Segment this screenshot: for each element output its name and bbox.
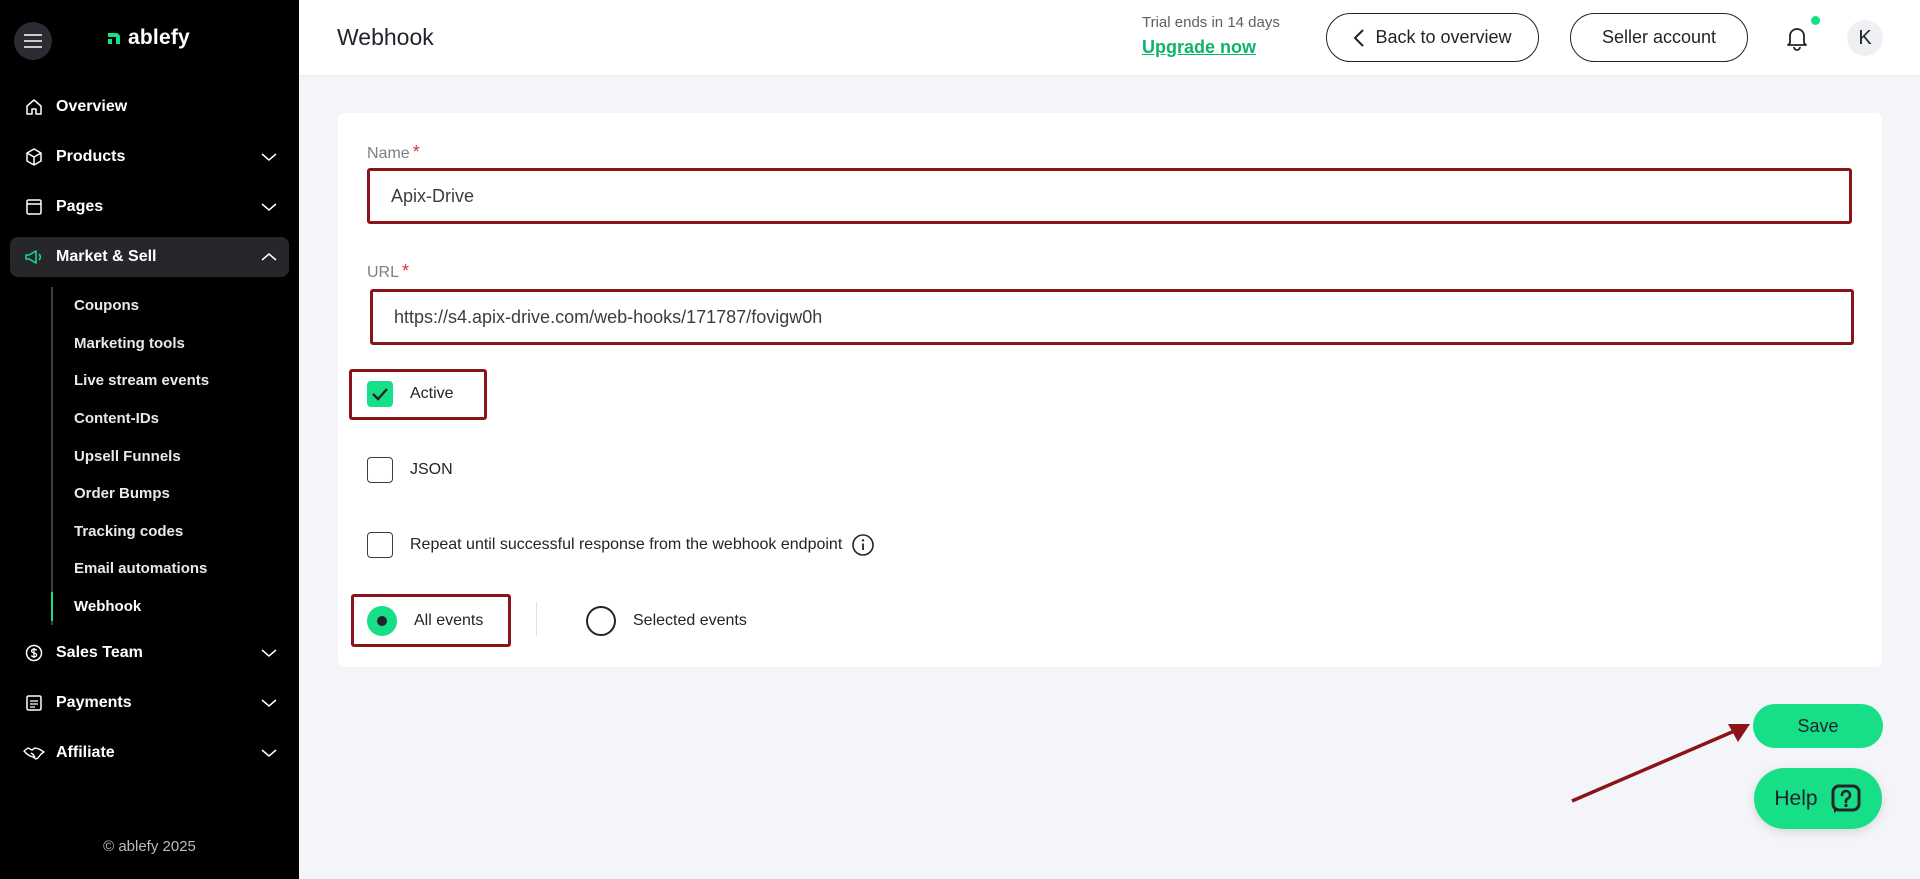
sidebar-item-label: Market & Sell: [56, 248, 157, 265]
all-events-label: All events: [414, 612, 484, 629]
selected-events-radio[interactable]: [586, 606, 616, 636]
name-label: Name *: [367, 142, 420, 163]
trial-notice: Trial ends in 14 days Upgrade now: [1142, 14, 1280, 58]
submenu-item-live-stream-events[interactable]: Live stream events: [53, 362, 289, 400]
menu-toggle-button[interactable]: [14, 22, 52, 60]
all-events-radio[interactable]: [367, 606, 397, 636]
submenu-item-order-bumps[interactable]: Order Bumps: [53, 475, 289, 513]
chevron-up-icon: [261, 253, 277, 261]
sidebar-item-overview[interactable]: Overview: [10, 87, 289, 127]
submenu-item-tracking-codes[interactable]: Tracking codes: [53, 513, 289, 551]
help-label: Help: [1774, 786, 1818, 810]
page-title: Webhook: [337, 24, 434, 50]
required-mark: *: [412, 142, 420, 162]
sidebar-item-label: Products: [56, 148, 126, 165]
annotation-arrow-icon: [1571, 724, 1750, 803]
dollar-circle-icon: [23, 642, 45, 664]
sidebar-nav: Overview Products Pages Market & Sell Co…: [10, 87, 289, 783]
json-label: JSON: [410, 461, 453, 478]
copyright: © ablefy 2025: [103, 838, 196, 855]
name-label-text: Name: [367, 145, 410, 162]
json-checkbox-row[interactable]: JSON: [367, 457, 453, 483]
top-header: Webhook Trial ends in 14 days Upgrade no…: [299, 0, 1920, 75]
url-input[interactable]: https://s4.apix-drive.com/web-hooks/1717…: [370, 289, 1854, 345]
help-chat-icon: [1831, 784, 1861, 813]
handshake-icon: [23, 742, 45, 764]
chevron-left-icon: [1354, 28, 1365, 47]
seller-account-button[interactable]: Seller account: [1570, 13, 1748, 62]
help-button[interactable]: Help: [1754, 768, 1882, 829]
chevron-down-icon: [261, 203, 277, 211]
box-icon: [23, 146, 45, 168]
active-label: Active: [410, 385, 454, 402]
info-icon[interactable]: [851, 533, 875, 557]
sidebar-item-market-sell[interactable]: Market & Sell: [10, 237, 289, 277]
sidebar-item-pages[interactable]: Pages: [10, 187, 289, 227]
hamburger-icon: [24, 34, 42, 48]
url-label: URL *: [367, 261, 409, 282]
app-logo[interactable]: ablefy: [106, 26, 190, 50]
repeat-checkbox-row[interactable]: Repeat until successful response from th…: [367, 532, 875, 558]
check-icon: [372, 388, 388, 401]
back-button-label: Back to overview: [1375, 27, 1512, 47]
save-button[interactable]: Save: [1753, 704, 1883, 748]
logo-mark-icon: [108, 33, 120, 44]
submenu-item-webhook[interactable]: Webhook: [51, 588, 289, 626]
sidebar-item-label: Overview: [56, 98, 128, 115]
chevron-down-icon: [261, 153, 277, 161]
megaphone-icon: [23, 246, 45, 268]
chevron-down-icon: [261, 749, 277, 758]
selected-events-radio-row[interactable]: Selected events: [586, 606, 747, 636]
active-checkbox[interactable]: [367, 381, 393, 407]
all-events-radio-row[interactable]: All events: [367, 606, 483, 636]
sidebar-item-sales-team[interactable]: Sales Team: [10, 633, 289, 673]
trial-text: Trial ends in 14 days: [1142, 14, 1280, 31]
name-input[interactable]: Apix-Drive: [367, 168, 1852, 224]
receipt-icon: [23, 692, 45, 714]
sidebar-item-payments[interactable]: Payments: [10, 683, 289, 723]
radio-divider: [536, 602, 537, 636]
back-to-overview-button[interactable]: Back to overview: [1326, 13, 1539, 62]
required-mark: *: [402, 261, 410, 281]
sidebar-item-label: Sales Team: [56, 644, 143, 662]
notification-dot: [1811, 16, 1820, 25]
chevron-down-icon: [261, 649, 277, 658]
submenu-item-marketing-tools[interactable]: Marketing tools: [53, 325, 289, 363]
home-icon: [23, 96, 45, 118]
submenu-item-email-automations[interactable]: Email automations: [53, 550, 289, 588]
chevron-down-icon: [261, 699, 277, 708]
sidebar-item-products[interactable]: Products: [10, 137, 289, 177]
submenu-item-upsell-funnels[interactable]: Upsell Funnels: [53, 437, 289, 475]
sidebar-item-label: Payments: [56, 694, 132, 712]
submenu-item-content-ids[interactable]: Content-IDs: [53, 400, 289, 438]
avatar[interactable]: K: [1847, 20, 1883, 56]
logo-text: ablefy: [128, 26, 190, 49]
active-checkbox-row[interactable]: Active: [367, 381, 454, 407]
upgrade-link[interactable]: Upgrade now: [1142, 37, 1280, 58]
sidebar-item-label: Pages: [56, 198, 104, 215]
browser-icon: [23, 196, 45, 218]
bell-icon[interactable]: [1783, 24, 1811, 52]
url-label-text: URL: [367, 264, 400, 281]
repeat-label: Repeat until successful response from th…: [410, 536, 843, 553]
json-checkbox[interactable]: [367, 457, 393, 483]
sidebar-item-affiliate[interactable]: Affiliate: [10, 733, 289, 773]
submenu-item-coupons[interactable]: Coupons: [53, 287, 289, 325]
selected-events-label: Selected events: [633, 612, 747, 629]
repeat-checkbox[interactable]: [367, 532, 393, 558]
sidebar-item-label: Affiliate: [56, 744, 115, 762]
sidebar: ablefy Overview Products Pages Market & …: [0, 0, 299, 879]
market-sell-submenu: Coupons Marketing tools Live stream even…: [51, 287, 289, 626]
